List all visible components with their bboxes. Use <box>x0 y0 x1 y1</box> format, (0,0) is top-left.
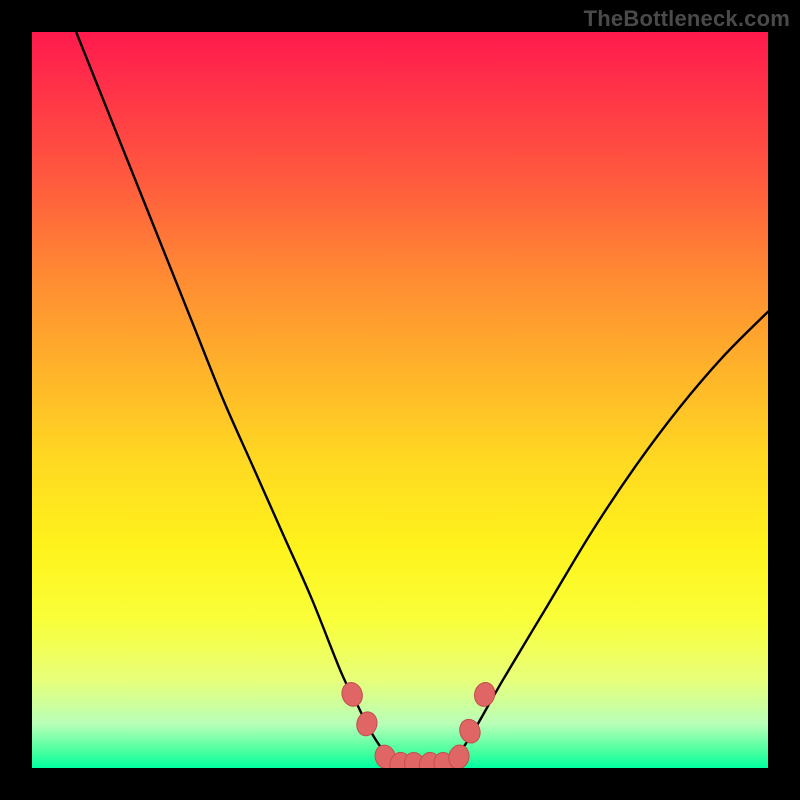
marker-point <box>472 680 497 708</box>
marker-point <box>339 680 365 709</box>
watermark-text: TheBottleneck.com <box>584 6 790 32</box>
marker-point <box>354 710 379 738</box>
outer-frame: TheBottleneck.com <box>0 0 800 800</box>
chart-svg <box>32 32 768 768</box>
marker-point <box>446 743 471 768</box>
chart-plot-area <box>32 32 768 768</box>
markers-group <box>339 680 497 768</box>
bottleneck-curve-line <box>76 32 768 768</box>
